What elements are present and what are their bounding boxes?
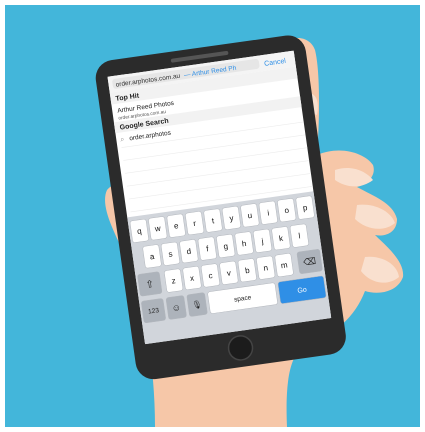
- shift-key-label: ⇧: [145, 279, 155, 291]
- emoji-key-label: ☺: [171, 302, 182, 313]
- dictation-key-label: 🎙: [191, 300, 202, 310]
- phone-illustration: q w e r t y u i o pa s d f g h j k l⇧ z x c v b n m ⌫123 ☺ 🎙spaceGo…: [95, 35, 346, 380]
- go-key-label: Go: [297, 287, 307, 295]
- scene: q w e r t y u i o p a s d f g h j k l ⇧ z x c v b n m ⌫ 123 ☺ 🎙 space Go…: [5, 5, 420, 427]
- delete-key-label: ⌫: [303, 256, 317, 268]
- illustration: q w e r t y u i o pa s d f g h j k l⇧ z x c v b n m ⌫123 ☺ 🎙spaceGo…: [95, 35, 404, 427]
